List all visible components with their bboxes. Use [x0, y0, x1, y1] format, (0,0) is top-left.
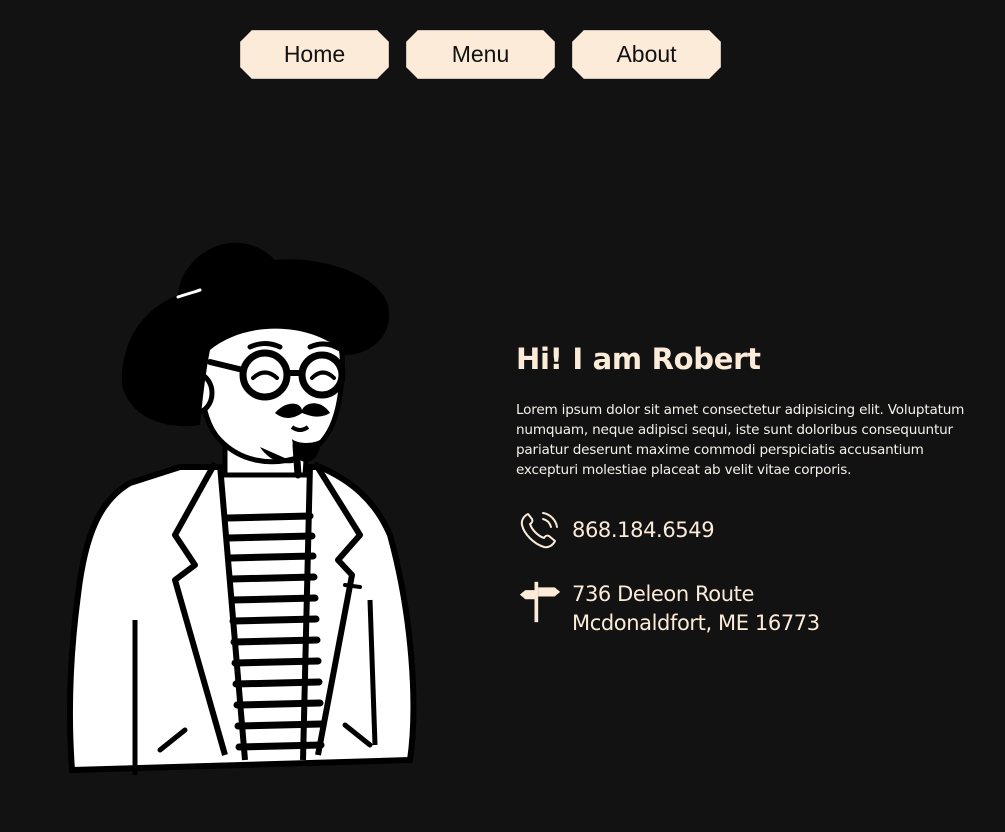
address-line-1: 736 Deleon Route	[572, 582, 754, 606]
address-block: 736 Deleon Route Mcdonaldfort, ME 16773	[572, 580, 820, 638]
profile-greeting: Hi! I am Robert	[516, 342, 761, 376]
phone-row: 868.184.6549	[516, 508, 976, 552]
phone-icon	[520, 512, 558, 549]
top-nav: Home Menu About	[240, 30, 721, 79]
nav-menu-button[interactable]: Menu	[406, 30, 555, 79]
profile-bio: Lorem ipsum dolor sit amet consectetur a…	[516, 402, 965, 478]
signpost-icon	[519, 581, 561, 623]
page: Home Menu About Hi! I am Robert Lorem ip…	[0, 0, 1005, 832]
nav-home-button[interactable]: Home	[240, 30, 389, 79]
address-line-2: Mcdonaldfort, ME 16773	[572, 611, 820, 635]
man-with-hat-illustration	[67, 242, 417, 775]
address-row: 736 Deleon Route Mcdonaldfort, ME 16773	[516, 580, 976, 638]
profile-section: Hi! I am Robert Lorem ipsum dolor sit am…	[516, 342, 976, 638]
phone-number: 868.184.6549	[572, 517, 715, 542]
nav-about-button[interactable]: About	[572, 30, 721, 79]
